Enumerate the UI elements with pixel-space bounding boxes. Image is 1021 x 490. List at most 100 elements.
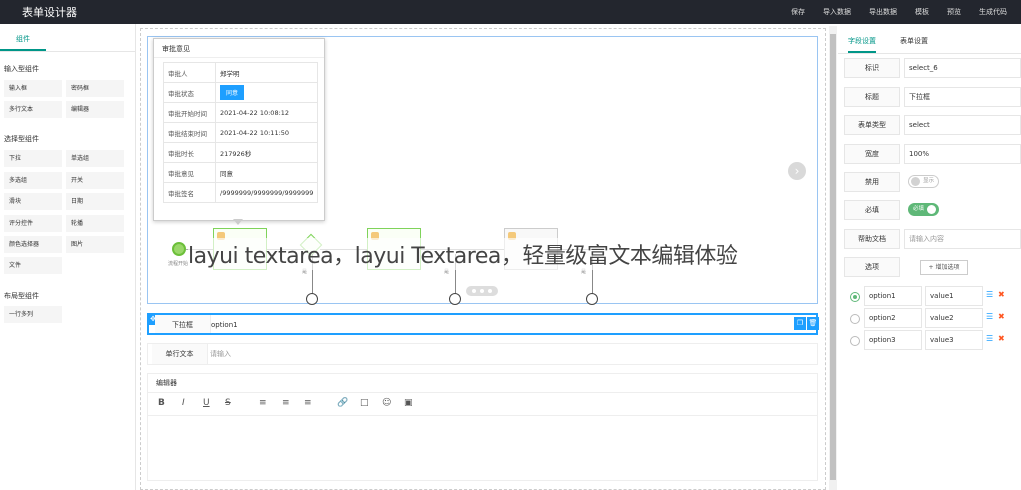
component-radio[interactable]: 单选组	[66, 150, 124, 167]
canvas-scrollbar-thumb[interactable]	[830, 34, 836, 480]
table-row: 审批状态 同意	[163, 82, 318, 103]
table-value: /9999999/9999999/9999999	[215, 182, 318, 203]
prop-label-width: 宽度	[844, 144, 900, 164]
app-title: 表单设计器	[22, 6, 77, 19]
flow-end-node	[586, 293, 598, 305]
approval-table: 审批人 郑学明 审批状态 同意 审批开始时间 2021-04-22 10:08:12 …	[163, 62, 318, 203]
component-file[interactable]: 文件	[4, 257, 62, 274]
component-select[interactable]: 下拉	[4, 150, 62, 167]
option-label-input[interactable]: option3	[864, 330, 922, 350]
field-placeholder[interactable]: 请输入	[210, 344, 231, 364]
component-grid[interactable]: 一行多列	[4, 306, 62, 323]
prop-input-id[interactable]: select_6	[904, 58, 1021, 78]
tab-field-settings[interactable]: 字段设置	[848, 36, 876, 53]
prop-label-required: 必填	[844, 200, 900, 220]
table-value: 同意	[215, 162, 318, 183]
disabled-toggle[interactable]: 显示	[908, 175, 940, 188]
popup-title: 审批意见	[162, 45, 190, 53]
chevron-right-icon[interactable]: ›	[788, 162, 806, 180]
component-checkbox[interactable]: 多选组	[4, 172, 62, 189]
popup-divider	[154, 57, 324, 58]
editor-toolbar: B I U S ≡ ≡ ≡ 🔗 □ ☺ ▣	[148, 392, 817, 416]
save-button[interactable]: 保存	[791, 7, 805, 17]
template-button[interactable]: 模板	[915, 7, 929, 17]
option-default-radio[interactable]	[850, 314, 860, 324]
delete-icon[interactable]: ✖	[998, 334, 1005, 343]
align-center-icon[interactable]: ≡	[282, 398, 290, 408]
form-field-editor[interactable]: 编辑器 B I U S ≡ ≡ ≡ 🔗 □ ☺ ▣	[147, 373, 818, 481]
field-value[interactable]: option1	[211, 315, 238, 335]
group-title-layout: 布局型组件	[4, 292, 39, 300]
table-key: 审批状态	[163, 82, 216, 103]
component-slider[interactable]: 滑块	[4, 193, 62, 210]
image-icon[interactable]: ▣	[404, 398, 413, 408]
unlink-icon[interactable]: □	[360, 398, 369, 408]
top-menu: 保存 导入数据 导出数据 模板 预览 生成代码	[773, 0, 1007, 24]
prop-input-width[interactable]: 100%	[904, 144, 1021, 164]
table-key: 审批开始时间	[163, 102, 216, 123]
component-switch[interactable]: 开关	[66, 172, 124, 189]
group-title-select: 选择型组件	[4, 135, 39, 143]
strikethrough-icon[interactable]: S	[225, 398, 231, 408]
toggle-text: 显示	[923, 178, 935, 184]
delete-icon[interactable]: 🗑	[807, 317, 819, 330]
group-title-input: 输入型组件	[4, 65, 39, 73]
option-default-radio[interactable]	[850, 336, 860, 346]
component-panel: 组件 输入型组件 输入框 密码框 多行文本 编辑器 选择型组件 下拉 单选组 多…	[0, 24, 136, 490]
carousel-dot[interactable]	[488, 289, 492, 293]
link-icon[interactable]: 🔗	[337, 398, 348, 408]
approval-popup: 审批意见 审批人 郑学明 审批状态 同意 审批开始时间 2021-04-22 10:0…	[153, 38, 325, 221]
table-value: 同意	[215, 82, 318, 103]
option-label-input[interactable]: option2	[864, 308, 922, 328]
preview-button[interactable]: 预览	[947, 7, 961, 17]
prop-input-type[interactable]: select	[904, 115, 1021, 135]
emoji-icon[interactable]: ☺	[382, 398, 391, 408]
sliders-icon[interactable]: ☰	[986, 312, 993, 321]
component-colorpicker[interactable]: 颜色选择器	[4, 236, 62, 253]
option-label-input[interactable]: option1	[864, 286, 922, 306]
delete-icon[interactable]: ✖	[998, 290, 1005, 299]
component-carousel[interactable]: 轮播	[66, 215, 124, 232]
component-rate[interactable]: 评分控件	[4, 215, 62, 232]
tab-form-settings[interactable]: 表单设置	[900, 36, 928, 51]
bold-icon[interactable]: B	[158, 398, 165, 408]
copy-icon[interactable]: ❐	[794, 317, 806, 330]
export-data-button[interactable]: 导出数据	[869, 7, 897, 17]
carousel-indicator[interactable]	[466, 286, 498, 296]
table-row: 审批结束时间 2021-04-22 10:11:50	[163, 122, 318, 143]
carousel-dot[interactable]	[480, 289, 484, 293]
delete-icon[interactable]: ✖	[998, 312, 1005, 321]
carousel-dot[interactable]	[472, 289, 476, 293]
component-textarea[interactable]: 多行文本	[4, 101, 62, 118]
form-field-input[interactable]: 单行文本 请输入	[147, 343, 818, 365]
option-value-input[interactable]: value2	[925, 308, 983, 328]
option-value-input[interactable]: value1	[925, 286, 983, 306]
component-image[interactable]: 图片	[66, 236, 124, 253]
prop-input-title[interactable]: 下拉框	[904, 87, 1021, 107]
generate-code-button[interactable]: 生成代码	[979, 7, 1007, 17]
form-field-select[interactable]: ✥ 下拉框 option1 ❐ 🗑	[147, 313, 819, 335]
add-option-button[interactable]: + 增加选项	[920, 260, 968, 275]
align-right-icon[interactable]: ≡	[304, 398, 312, 408]
component-input[interactable]: 输入框	[4, 80, 62, 97]
prop-input-help[interactable]: 请输入内容	[904, 229, 1021, 249]
sliders-icon[interactable]: ☰	[986, 334, 993, 343]
import-data-button[interactable]: 导入数据	[823, 7, 851, 17]
underline-icon[interactable]: U	[203, 398, 210, 408]
table-row: 审批人 郑学明	[163, 62, 318, 83]
align-left-icon[interactable]: ≡	[259, 398, 267, 408]
tab-components[interactable]: 组件	[0, 34, 46, 51]
option-value-input[interactable]: value3	[925, 330, 983, 350]
component-editor[interactable]: 编辑器	[66, 101, 124, 118]
component-date[interactable]: 日期	[66, 193, 124, 210]
option-default-radio[interactable]	[850, 292, 860, 302]
prop-label-disabled: 禁用	[844, 172, 900, 192]
table-key: 审批签名	[163, 182, 216, 203]
required-toggle[interactable]: 必填	[908, 203, 940, 216]
italic-icon[interactable]: I	[182, 398, 185, 408]
table-row: 审批开始时间 2021-04-22 10:08:12	[163, 102, 318, 123]
table-value: 郑学明	[215, 62, 318, 83]
sliders-icon[interactable]: ☰	[986, 290, 993, 299]
component-password[interactable]: 密码框	[66, 80, 124, 97]
table-value: 2021-04-22 10:08:12	[215, 102, 318, 123]
